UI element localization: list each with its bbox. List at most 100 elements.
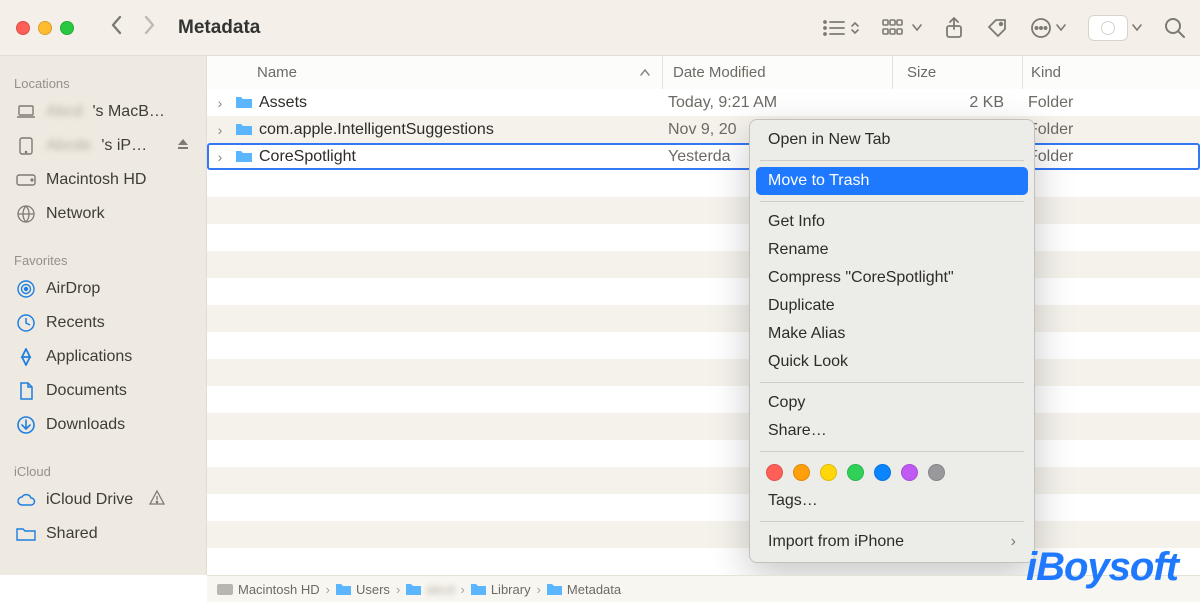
ctx-quick-look[interactable]: Quick Look xyxy=(756,348,1028,376)
sidebar-item-macbook[interactable]: Abcd 's MacB… xyxy=(14,97,200,127)
share-button[interactable] xyxy=(944,17,964,39)
sidebar-item-label: AirDrop xyxy=(46,280,100,298)
back-button[interactable] xyxy=(110,14,124,41)
forward-button[interactable] xyxy=(142,14,156,41)
traffic-lights xyxy=(16,21,74,35)
window-title: Metadata xyxy=(178,17,822,39)
clock-icon xyxy=(16,314,36,332)
tag-green[interactable] xyxy=(847,464,864,481)
tag-gray[interactable] xyxy=(928,464,945,481)
ctx-get-info[interactable]: Get Info xyxy=(756,208,1028,236)
file-kind: Folder xyxy=(1020,148,1200,166)
tag-orange[interactable] xyxy=(793,464,810,481)
column-header-date[interactable]: Date Modified xyxy=(662,56,892,89)
chevron-right-icon: › xyxy=(1011,533,1016,551)
disclosure-icon[interactable]: › xyxy=(207,95,233,111)
eject-icon[interactable] xyxy=(176,137,190,156)
ctx-share[interactable]: Share… xyxy=(756,417,1028,445)
close-window-button[interactable] xyxy=(16,21,30,35)
minimize-window-button[interactable] xyxy=(38,21,52,35)
sidebar-item-label: 's iP… xyxy=(101,137,147,155)
sidebar-item-recents[interactable]: Recents xyxy=(14,308,200,338)
sidebar-item-label: Applications xyxy=(46,348,132,366)
column-headers: Name Date Modified Size Kind xyxy=(207,56,1200,89)
shared-folder-icon xyxy=(16,527,36,542)
warning-icon xyxy=(149,490,165,510)
disclosure-icon[interactable]: › xyxy=(207,122,233,138)
sidebar-item-label: Network xyxy=(46,205,105,223)
tag-blue[interactable] xyxy=(874,464,891,481)
redacted-text: Abcd xyxy=(46,103,82,121)
path-segment[interactable]: abcd xyxy=(406,582,454,597)
sidebar-item-macintosh-hd[interactable]: Macintosh HD xyxy=(14,165,200,195)
sidebar-item-ipad[interactable]: Abcde 's iP… xyxy=(14,131,200,161)
view-as-list-button[interactable] xyxy=(822,19,860,37)
sidebar-item-label: iCloud Drive xyxy=(46,491,133,509)
ctx-duplicate[interactable]: Duplicate xyxy=(756,292,1028,320)
sort-asc-icon xyxy=(640,64,650,81)
edit-tags-button[interactable] xyxy=(986,17,1008,39)
tag-color-popup[interactable] xyxy=(1088,15,1142,41)
file-row[interactable]: › com.apple.IntelligentSuggestions Nov 9… xyxy=(207,116,1200,143)
disclosure-icon[interactable]: › xyxy=(207,149,233,165)
path-segment[interactable]: Metadata xyxy=(547,582,621,597)
sidebar-section-locations: Locations xyxy=(14,76,200,91)
ctx-rename[interactable]: Rename xyxy=(756,236,1028,264)
tag-purple[interactable] xyxy=(901,464,918,481)
search-button[interactable] xyxy=(1164,17,1186,39)
file-kind: Folder xyxy=(1020,121,1200,139)
ctx-copy[interactable]: Copy xyxy=(756,389,1028,417)
context-menu: Open in New Tab Move to Trash Get Info R… xyxy=(749,119,1035,563)
zoom-window-button[interactable] xyxy=(60,21,74,35)
column-header-kind[interactable]: Kind xyxy=(1022,56,1200,89)
file-date: Today, 9:21 AM xyxy=(660,94,890,112)
download-icon xyxy=(16,416,36,434)
file-list: Name Date Modified Size Kind › Assets To… xyxy=(207,56,1200,575)
ctx-make-alias[interactable]: Make Alias xyxy=(756,320,1028,348)
path-segment[interactable]: Macintosh HD xyxy=(217,582,320,597)
sidebar-item-icloud-drive[interactable]: iCloud Drive xyxy=(14,485,200,515)
ctx-tag-colors xyxy=(756,458,1028,487)
folder-icon xyxy=(233,150,255,164)
file-row[interactable]: › Assets Today, 9:21 AM 2 KB Folder xyxy=(207,89,1200,116)
sidebar-section-favorites: Favorites xyxy=(14,253,200,268)
file-name: Assets xyxy=(255,94,660,112)
redacted-text: Abcde xyxy=(46,137,91,155)
airdrop-icon xyxy=(16,280,36,298)
sidebar: Locations Abcd 's MacB… Abcde 's iP… Mac… xyxy=(0,56,207,575)
globe-icon xyxy=(16,205,36,223)
tag-yellow[interactable] xyxy=(820,464,837,481)
ctx-move-to-trash[interactable]: Move to Trash xyxy=(756,167,1028,195)
action-menu-button[interactable] xyxy=(1030,17,1066,39)
sidebar-item-documents[interactable]: Documents xyxy=(14,376,200,406)
redacted-text: abcd xyxy=(426,582,454,597)
sidebar-item-label: Downloads xyxy=(46,416,125,434)
sidebar-item-airdrop[interactable]: AirDrop xyxy=(14,274,200,304)
ctx-import-iphone[interactable]: Import from iPhone › xyxy=(756,528,1028,556)
folder-icon xyxy=(233,96,255,110)
ctx-open-new-tab[interactable]: Open in New Tab xyxy=(756,126,1028,154)
sidebar-item-label: Documents xyxy=(46,382,127,400)
file-row-selected[interactable]: › CoreSpotlight Yesterda Folder xyxy=(207,143,1200,170)
ctx-tags[interactable]: Tags… xyxy=(756,487,1028,515)
file-name: com.apple.IntelligentSuggestions xyxy=(255,121,660,139)
ctx-compress[interactable]: Compress "CoreSpotlight" xyxy=(756,264,1028,292)
sidebar-item-network[interactable]: Network xyxy=(14,199,200,229)
path-segment[interactable]: Users xyxy=(336,582,390,597)
sidebar-item-shared[interactable]: Shared xyxy=(14,519,200,549)
sidebar-item-label: Recents xyxy=(46,314,105,332)
sidebar-item-applications[interactable]: Applications xyxy=(14,342,200,372)
file-size: 2 KB xyxy=(890,94,1020,112)
column-header-size[interactable]: Size xyxy=(892,56,1022,89)
toolbar: Metadata xyxy=(0,0,1200,56)
rows-container: › Assets Today, 9:21 AM 2 KB Folder › co… xyxy=(207,89,1200,575)
sidebar-item-label: Macintosh HD xyxy=(46,171,146,189)
sidebar-item-downloads[interactable]: Downloads xyxy=(14,410,200,440)
group-by-button[interactable] xyxy=(882,19,922,37)
path-segment[interactable]: Library xyxy=(471,582,531,597)
folder-icon xyxy=(233,123,255,137)
tag-red[interactable] xyxy=(766,464,783,481)
column-header-name[interactable]: Name xyxy=(207,64,662,81)
cloud-icon xyxy=(16,493,36,507)
drive-icon xyxy=(16,174,36,186)
